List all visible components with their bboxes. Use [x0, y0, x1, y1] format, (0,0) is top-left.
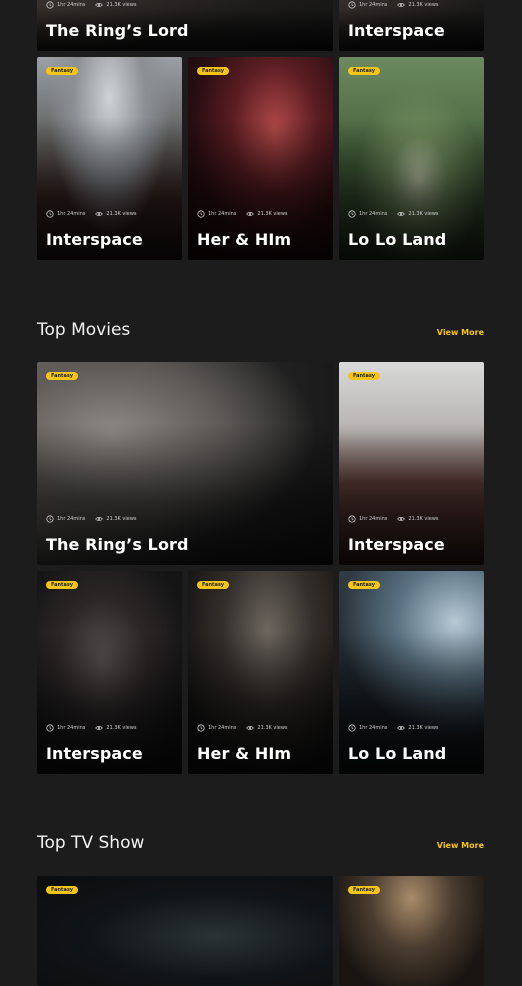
card-meta: 1hr 24mins 21.3K views	[348, 515, 439, 523]
view-more-link[interactable]: View More	[437, 328, 484, 337]
clock-icon	[46, 724, 54, 732]
clock-icon	[348, 1, 356, 9]
card-meta: 1hr 24mins 21.3K views	[46, 515, 137, 523]
views-text: 21.3K views	[408, 725, 439, 731]
genre-badge: Fantasy	[197, 67, 230, 75]
views-text: 21.3K views	[408, 211, 439, 217]
movie-card[interactable]: Fantasy 1hr 24mins 21.3K views Lo Lo Lan…	[339, 571, 484, 774]
card-meta: 1hr 24mins 21.3K views	[46, 210, 137, 218]
section-title-top-movies: Top Movies	[37, 320, 131, 340]
duration-text: 1hr 24mins	[57, 516, 86, 522]
card-meta: 1hr 24mins 21.3K views	[197, 724, 288, 732]
duration-text: 1hr 24mins	[57, 211, 86, 217]
card-title: Lo Lo Land	[348, 744, 447, 763]
view-more-link[interactable]: View More	[437, 841, 484, 850]
views-text: 21.3K views	[408, 516, 439, 522]
views-text: 21.3K views	[106, 516, 137, 522]
clock-icon	[46, 515, 54, 523]
movie-card[interactable]: 1hr 24mins 21.3K views Interspace	[339, 0, 484, 51]
eye-icon	[397, 3, 406, 7]
card-meta: 1hr 24mins 21.3K views	[46, 1, 137, 9]
genre-badge: Fantasy	[46, 581, 79, 589]
eye-icon	[95, 3, 104, 7]
genre-badge: Fantasy	[348, 581, 381, 589]
duration-text: 1hr 24mins	[359, 2, 388, 8]
duration-text: 1hr 24mins	[57, 2, 86, 8]
movie-card[interactable]: Fantasy 1hr 24mins 21.3K views Her & HIm	[188, 571, 333, 774]
clock-icon	[197, 210, 205, 218]
card-title: The Ring’s Lord	[46, 535, 189, 554]
duration-text: 1hr 24mins	[359, 725, 388, 731]
duration-text: 1hr 24mins	[208, 725, 237, 731]
card-title: Interspace	[348, 535, 445, 554]
views-text: 21.3K views	[257, 725, 288, 731]
card-title: Interspace	[46, 230, 143, 249]
movie-card[interactable]: Fantasy 1hr 24mins 21.3K views Interspac…	[339, 362, 484, 565]
card-title: Her & HIm	[197, 744, 292, 763]
clock-icon	[46, 1, 54, 9]
section-title-top-tv-show: Top TV Show	[37, 833, 145, 853]
eye-icon	[397, 726, 406, 730]
views-text: 21.3K views	[106, 2, 137, 8]
card-meta: 1hr 24mins 21.3K views	[348, 210, 439, 218]
eye-icon	[95, 726, 104, 730]
duration-text: 1hr 24mins	[359, 211, 388, 217]
eye-icon	[246, 726, 255, 730]
duration-text: 1hr 24mins	[208, 211, 237, 217]
movie-card[interactable]: Fantasy 1hr 24mins 21.3K views Interspac…	[37, 57, 182, 260]
genre-badge: Fantasy	[348, 886, 381, 894]
clock-icon	[348, 515, 356, 523]
views-text: 21.3K views	[408, 2, 439, 8]
clock-icon	[348, 724, 356, 732]
card-title: Her & HIm	[197, 230, 292, 249]
genre-badge: Fantasy	[348, 67, 381, 75]
genre-badge: Fantasy	[46, 886, 79, 894]
clock-icon	[348, 210, 356, 218]
card-meta: 1hr 24mins 21.3K views	[46, 724, 137, 732]
movie-card[interactable]: Fantasy	[339, 876, 484, 986]
movie-card[interactable]: Fantasy 1hr 24mins 21.3K views The Ring’…	[37, 362, 333, 565]
views-text: 21.3K views	[106, 211, 137, 217]
eye-icon	[246, 212, 255, 216]
card-title: Interspace	[46, 744, 143, 763]
genre-badge: Fantasy	[348, 372, 381, 380]
card-title: The Ring’s Lord	[46, 21, 189, 40]
genre-badge: Fantasy	[197, 581, 230, 589]
duration-text: 1hr 24mins	[57, 725, 86, 731]
clock-icon	[46, 210, 54, 218]
clock-icon	[197, 724, 205, 732]
card-title: Interspace	[348, 21, 445, 40]
views-text: 21.3K views	[106, 725, 137, 731]
movie-card[interactable]: Fantasy 1hr 24mins 21.3K views Her & HIm	[188, 57, 333, 260]
card-meta: 1hr 24mins 21.3K views	[348, 724, 439, 732]
eye-icon	[95, 212, 104, 216]
card-meta: 1hr 24mins 21.3K views	[348, 1, 439, 9]
movie-card[interactable]: Fantasy	[37, 876, 333, 986]
card-title: Lo Lo Land	[348, 230, 447, 249]
movie-card[interactable]: Fantasy 1hr 24mins 21.3K views Interspac…	[37, 571, 182, 774]
duration-text: 1hr 24mins	[359, 516, 388, 522]
eye-icon	[397, 212, 406, 216]
genre-badge: Fantasy	[46, 67, 79, 75]
views-text: 21.3K views	[257, 211, 288, 217]
eye-icon	[397, 517, 406, 521]
eye-icon	[95, 517, 104, 521]
card-meta: 1hr 24mins 21.3K views	[197, 210, 288, 218]
movie-card[interactable]: Fantasy 1hr 24mins 21.3K views Lo Lo Lan…	[339, 57, 484, 260]
genre-badge: Fantasy	[46, 372, 79, 380]
movie-card[interactable]: 1hr 24mins 21.3K views The Ring’s Lord	[37, 0, 333, 51]
